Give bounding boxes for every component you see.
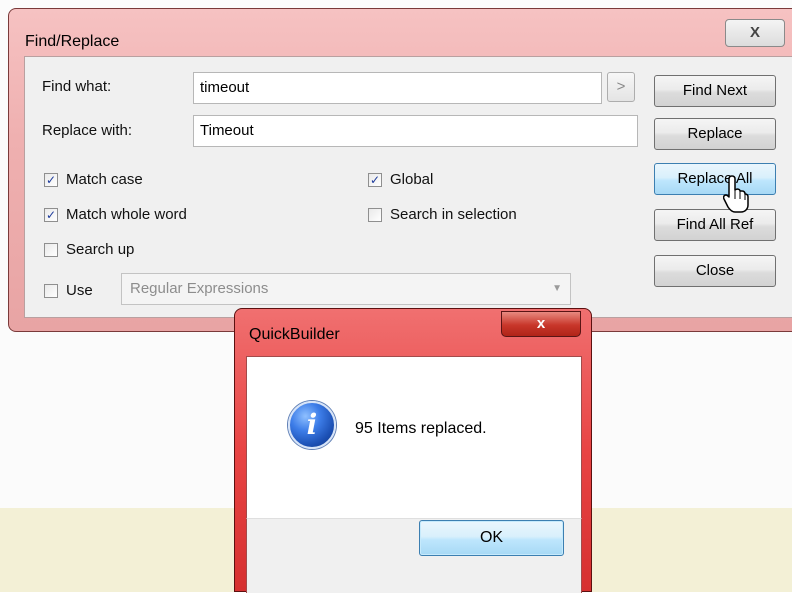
- match-whole-word-label: Match whole word: [66, 206, 187, 223]
- find-history-arrow-button[interactable]: >: [607, 72, 635, 102]
- use-checkbox[interactable]: Use: [44, 282, 93, 299]
- find-what-label: Find what:: [42, 78, 112, 95]
- replace-button[interactable]: Replace: [654, 118, 776, 150]
- global-checkbox[interactable]: ✓ Global: [368, 171, 433, 188]
- global-label: Global: [390, 171, 434, 188]
- search-mode-select[interactable]: Regular Expressions ▼: [121, 273, 571, 305]
- match-whole-word-checkbox[interactable]: ✓ Match whole word: [44, 206, 187, 223]
- search-in-selection-label: Search in selection: [390, 206, 517, 223]
- find-replace-close-button[interactable]: X: [725, 19, 785, 47]
- search-up-checkbox[interactable]: Search up: [44, 241, 134, 258]
- match-case-label: Match case: [66, 171, 143, 188]
- checkbox-checked-icon: ✓: [44, 207, 58, 222]
- replace-all-button[interactable]: Replace All: [654, 163, 776, 195]
- find-all-ref-button[interactable]: Find All Ref: [654, 209, 776, 241]
- checkbox-checked-icon: ✓: [368, 172, 382, 187]
- checkbox-unchecked-icon: [368, 207, 382, 222]
- search-up-label: Search up: [66, 241, 135, 258]
- chevron-down-icon: ▼: [552, 283, 562, 294]
- hand-cursor-icon: [723, 175, 749, 213]
- find-what-input[interactable]: timeout: [193, 72, 602, 104]
- match-case-checkbox[interactable]: ✓ Match case: [44, 171, 143, 188]
- ok-button[interactable]: OK: [419, 520, 564, 556]
- checkbox-unchecked-icon: [44, 242, 58, 257]
- info-icon: i: [288, 401, 336, 449]
- checkbox-checked-icon: ✓: [44, 172, 58, 187]
- close-button[interactable]: Close: [654, 255, 776, 287]
- replace-with-label: Replace with:: [42, 122, 133, 139]
- use-label: Use: [66, 282, 93, 299]
- message-box-title: QuickBuilder: [249, 326, 340, 343]
- message-text: 95 Items replaced.: [355, 420, 487, 437]
- search-mode-value: Regular Expressions: [130, 280, 269, 297]
- checkbox-unchecked-icon: [44, 283, 58, 298]
- find-next-button[interactable]: Find Next: [654, 75, 776, 107]
- message-box-close-button[interactable]: x: [501, 311, 581, 337]
- search-in-selection-checkbox[interactable]: Search in selection: [368, 206, 517, 223]
- find-replace-title: Find/Replace: [25, 33, 120, 50]
- replace-with-input[interactable]: Timeout: [193, 115, 638, 147]
